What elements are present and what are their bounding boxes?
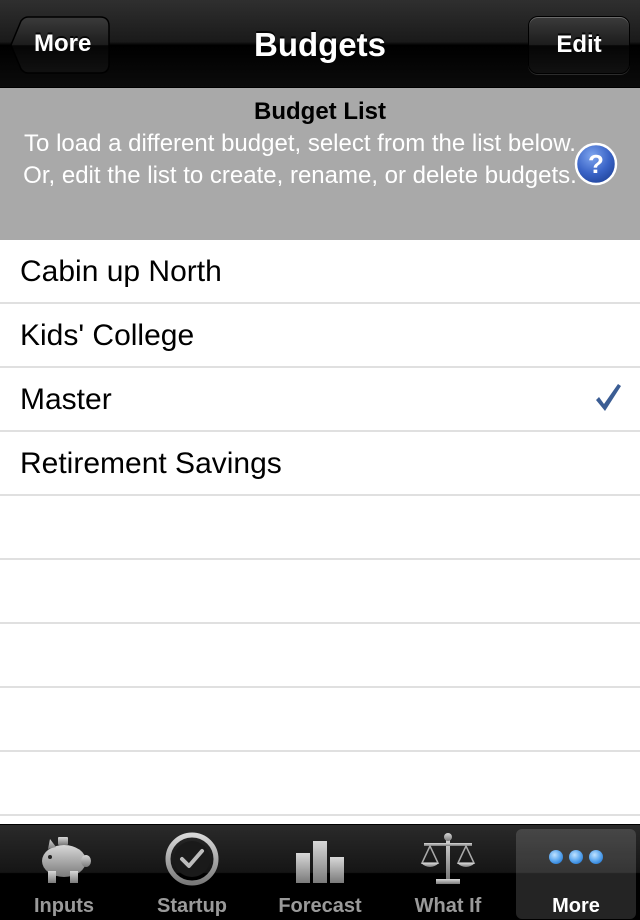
piggy-bank-icon <box>0 831 128 887</box>
tab-bar: Inputs Startup Forecast What If More <box>0 824 640 920</box>
tab-label: Inputs <box>34 895 94 917</box>
budget-name: Cabin up North <box>20 255 222 288</box>
section-description: To load a different budget, select from … <box>23 130 577 189</box>
empty-row <box>0 560 640 624</box>
empty-row <box>0 752 640 816</box>
more-dots-icon <box>512 831 640 887</box>
list-item[interactable]: Retirement Savings <box>0 432 640 496</box>
edit-button[interactable]: Edit <box>528 16 630 74</box>
tab-what-if[interactable]: What If <box>384 825 512 920</box>
tab-inputs[interactable]: Inputs <box>0 825 128 920</box>
list-item[interactable]: Master <box>0 368 640 432</box>
tab-forecast[interactable]: Forecast <box>256 825 384 920</box>
list-item[interactable]: Cabin up North <box>0 240 640 304</box>
checkmark-icon <box>596 384 621 411</box>
bar-chart-icon <box>256 831 384 887</box>
tab-startup[interactable]: Startup <box>128 825 256 920</box>
empty-row <box>0 688 640 752</box>
budget-name: Kids' College <box>20 319 195 352</box>
tab-label: What If <box>414 895 482 917</box>
question-mark-circle-icon[interactable]: ? <box>574 142 618 186</box>
svg-text:?: ? <box>588 149 604 179</box>
tab-label: More <box>552 895 600 917</box>
list-item[interactable]: Kids' College <box>0 304 640 368</box>
navigation-bar: More Budgets Edit <box>0 0 640 88</box>
tab-more[interactable]: More <box>512 825 640 920</box>
tab-label: Startup <box>157 895 227 917</box>
clock-icon <box>128 831 256 887</box>
budget-name: Retirement Savings <box>20 447 282 480</box>
edit-button-label: Edit <box>556 31 602 58</box>
budget-list: Cabin up North Kids' College Master Reti… <box>0 240 640 824</box>
tab-label: Forecast <box>278 895 362 917</box>
empty-row <box>0 496 640 560</box>
budget-list-header: Budget List To load a different budget, … <box>0 88 640 240</box>
section-title: Budget List <box>254 98 386 125</box>
balance-scale-icon <box>384 831 512 887</box>
empty-row <box>0 624 640 688</box>
budget-name: Master <box>20 383 112 416</box>
empty-row <box>0 816 640 824</box>
